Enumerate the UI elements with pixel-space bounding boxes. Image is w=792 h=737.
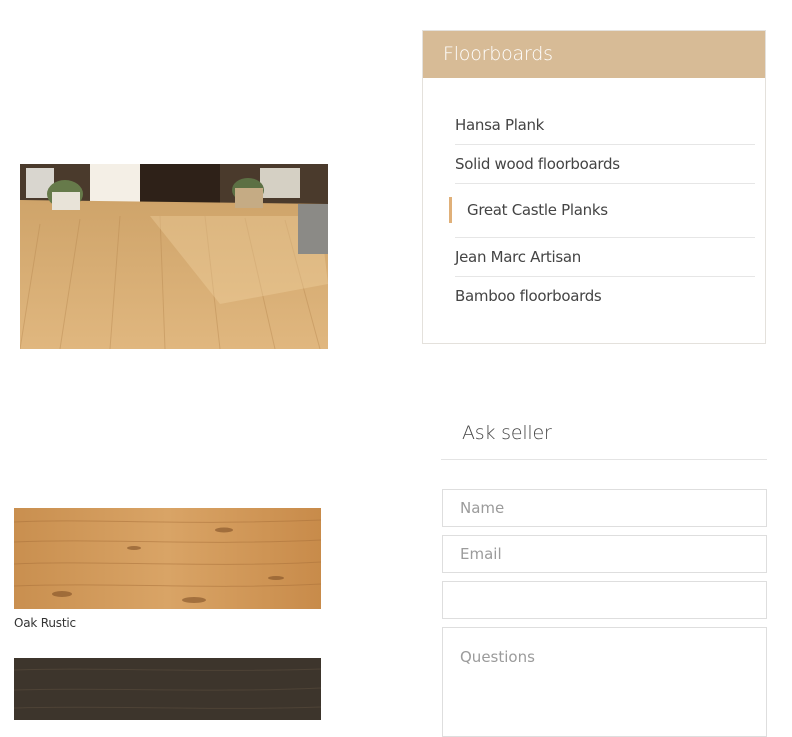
name-field[interactable]: [442, 489, 767, 527]
room-floor-photo: [20, 164, 328, 349]
floorboards-list: Hansa Plank Solid wood floorboards Great…: [449, 106, 755, 316]
ask-seller-divider: [441, 459, 767, 460]
floorboards-item-great-castle-planks[interactable]: Great Castle Planks: [449, 184, 755, 238]
floorboards-item-hansa-plank[interactable]: Hansa Plank: [455, 106, 755, 145]
floorboards-panel: Floorboards Hansa Plank Solid wood floor…: [422, 30, 766, 344]
floorboards-item-solid-wood[interactable]: Solid wood floorboards: [455, 145, 755, 184]
wood-floor-room-photo-icon: [20, 164, 328, 349]
email-field[interactable]: [442, 535, 767, 573]
ask-seller-title: Ask seller: [462, 422, 552, 444]
dark-wood-swatch[interactable]: [14, 658, 321, 720]
dark-wood-swatch-icon: [14, 658, 321, 720]
oak-rustic-swatch[interactable]: [14, 508, 321, 609]
floorboards-item-bamboo[interactable]: Bamboo floorboards: [455, 277, 755, 316]
phone-field[interactable]: [442, 581, 767, 619]
oak-rustic-caption: Oak Rustic: [14, 616, 76, 630]
questions-field[interactable]: [442, 627, 767, 737]
light-oak-swatch-icon: [14, 508, 321, 609]
floorboards-item-jean-marc-artisan[interactable]: Jean Marc Artisan: [455, 238, 755, 277]
floorboards-panel-title: Floorboards: [423, 31, 765, 78]
